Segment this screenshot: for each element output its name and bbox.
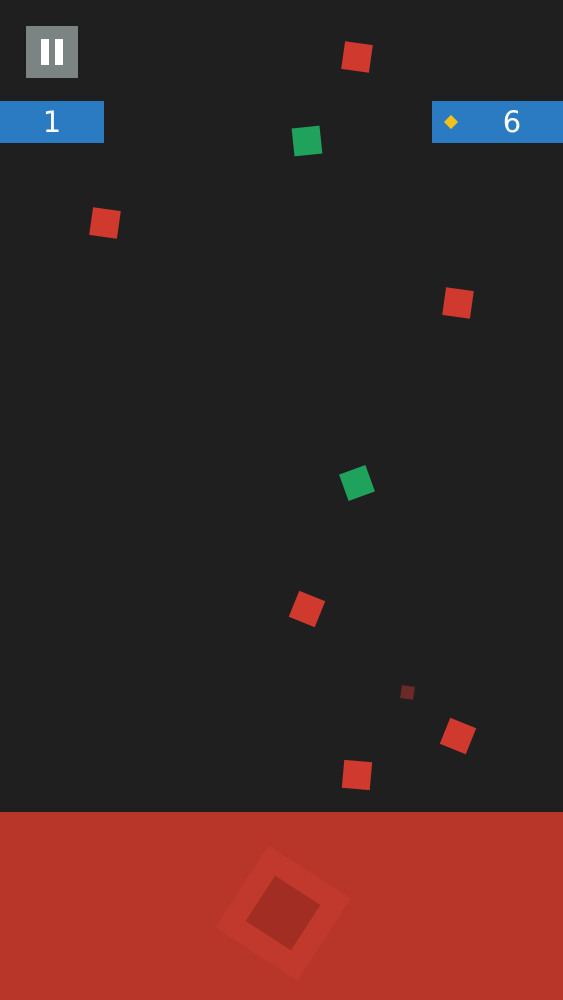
gem-counter-panel: 6 — [432, 101, 563, 143]
falling-block-green — [291, 125, 323, 157]
falling-block-red — [288, 590, 326, 628]
falling-block-red — [442, 287, 474, 319]
falling-block-green — [339, 465, 375, 501]
pause-icon — [55, 39, 63, 65]
diamond-icon — [443, 114, 459, 130]
pause-button[interactable] — [26, 26, 78, 78]
falling-block-red — [341, 41, 373, 73]
gem-count: 6 — [502, 105, 522, 139]
falling-block-faded — [400, 685, 415, 700]
falling-block-red — [341, 759, 373, 791]
falling-block-red — [439, 717, 477, 755]
pause-icon — [41, 39, 49, 65]
score-value: 1 — [42, 105, 62, 139]
falling-block-red — [89, 207, 121, 239]
score-panel: 1 — [0, 101, 104, 143]
